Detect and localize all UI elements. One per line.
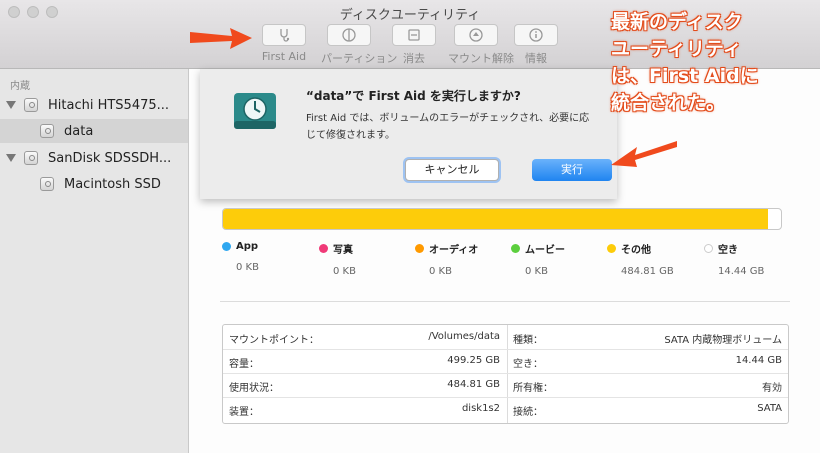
- table-row: 使用状況： 484.81 GB 所有権： 有効: [223, 373, 788, 398]
- stethoscope-icon: [262, 24, 306, 46]
- legend-value: 14.44 GB: [718, 266, 765, 277]
- storage-usage-fill: [223, 209, 769, 229]
- toolbar-label: 情報: [525, 52, 547, 65]
- erase-icon: [392, 24, 436, 46]
- sidebar-item-data[interactable]: data: [0, 119, 188, 143]
- sidebar-item-label: SanDisk SDSSDH...: [48, 150, 172, 166]
- table-row: 容量： 499.25 GB 空き： 14.44 GB: [223, 349, 788, 374]
- annotation-line: 最新のディスク: [611, 11, 743, 33]
- volume-info-table: マウントポイント： /Volumes/data 種類： SATA 内蔵物理ボリュ…: [222, 324, 789, 424]
- sidebar-item-label: Hitachi HTS5475...: [48, 97, 170, 113]
- dialog-message: First Aid では、ボリュームのエラーがチェックされ、必要に応じて修復され…: [306, 113, 590, 141]
- divider: [220, 301, 790, 302]
- info-label: 種類：: [513, 335, 543, 346]
- info-label: 所有権：: [513, 383, 553, 394]
- table-row: 装置： disk1s2 接続： SATA: [223, 397, 788, 421]
- toolbar-first-aid-button[interactable]: First Aid: [256, 24, 312, 63]
- legend-other: その他 484.81 GB: [607, 241, 687, 277]
- sidebar-item-label: data: [64, 123, 94, 139]
- legend-label: 写真: [333, 245, 353, 256]
- toolbar-erase-button[interactable]: 消去: [386, 24, 442, 66]
- legend-value: 0 KB: [525, 266, 548, 277]
- storage-usage-bar: [222, 208, 782, 230]
- disclosure-triangle-icon[interactable]: [6, 154, 16, 162]
- annotation-arrow-left: [190, 28, 252, 49]
- info-label: 装置：: [229, 407, 259, 418]
- info-label: 使用状況：: [229, 383, 279, 394]
- annotation-arrow-right: [611, 141, 677, 167]
- sidebar: 内蔵 Hitachi HTS5475... data SanDisk SDSSD…: [0, 69, 189, 453]
- legend-app: App 0 KB: [222, 241, 302, 273]
- toolbar-unmount-button[interactable]: マウント解除: [448, 24, 514, 66]
- movies-color-dot: [511, 244, 520, 253]
- annotation-line: ユーティリティ: [611, 38, 742, 60]
- unmount-icon: [454, 24, 498, 46]
- run-button[interactable]: 実行: [532, 159, 612, 181]
- hard-disk-icon: [24, 151, 38, 165]
- photos-color-dot: [319, 244, 328, 253]
- info-value: /Volumes/data: [428, 331, 500, 342]
- sidebar-item-sandisk[interactable]: SanDisk SDSSDH...: [0, 146, 188, 170]
- legend-label: 空き: [718, 245, 738, 256]
- volume-icon: [40, 124, 54, 138]
- table-row: マウントポイント： /Volumes/data 種類： SATA 内蔵物理ボリュ…: [223, 325, 788, 350]
- annotation-callout: 最新のディスク ユーティリティ は、First Aidに 統合された。: [611, 9, 811, 117]
- toolbar-label: 消去: [403, 52, 425, 65]
- legend-value: 0 KB: [429, 266, 452, 277]
- first-aid-dialog: “data”で First Aid を実行しますか? First Aid では、…: [200, 69, 617, 199]
- volume-icon: [40, 177, 54, 191]
- sidebar-item-label: Macintosh SSD: [64, 176, 161, 192]
- info-label: 容量：: [229, 359, 259, 370]
- info-value: SATA: [757, 403, 782, 414]
- toolbar-label: マウント解除: [448, 52, 514, 65]
- legend-label: オーディオ: [429, 245, 479, 256]
- info-label: マウントポイント：: [229, 335, 319, 346]
- toolbar-partition-button[interactable]: パーティション: [321, 24, 398, 66]
- other-color-dot: [607, 244, 616, 253]
- legend-label: App: [236, 241, 259, 252]
- legend-movies: ムービー 0 KB: [511, 241, 591, 277]
- cancel-button[interactable]: キャンセル: [405, 159, 499, 181]
- annotation-line: は、First Aidに: [611, 65, 759, 87]
- audio-color-dot: [415, 244, 424, 253]
- legend-value: 0 KB: [236, 262, 259, 273]
- info-value: 499.25 GB: [447, 355, 500, 366]
- info-value: disk1s2: [461, 403, 500, 414]
- hard-disk-icon: [24, 98, 38, 112]
- disclosure-triangle-icon[interactable]: [6, 101, 16, 109]
- info-value: SATA 内蔵物理ボリューム: [664, 335, 782, 346]
- toolbar-label: First Aid: [261, 50, 307, 63]
- toolbar-info-button[interactable]: 情報: [508, 24, 564, 66]
- legend-free: 空き 14.44 GB: [704, 241, 784, 277]
- legend-value: 0 KB: [333, 266, 356, 277]
- legend-value: 484.81 GB: [621, 266, 674, 277]
- sidebar-item-macintosh-ssd[interactable]: Macintosh SSD: [0, 172, 188, 196]
- app-color-dot: [222, 242, 231, 251]
- legend-photos: 写真 0 KB: [319, 241, 399, 277]
- info-icon: [514, 24, 558, 46]
- legend-label: ムービー: [525, 245, 565, 256]
- info-value: 有効: [762, 383, 782, 394]
- partition-icon: [327, 24, 371, 46]
- disk-utility-app-icon: [234, 93, 276, 129]
- dialog-title: “data”で First Aid を実行しますか?: [306, 89, 521, 103]
- toolbar-label: パーティション: [321, 52, 398, 65]
- sidebar-item-hitachi[interactable]: Hitachi HTS5475...: [0, 93, 188, 117]
- sidebar-section-header: 内蔵: [10, 81, 30, 92]
- info-label: 空き：: [513, 359, 543, 370]
- annotation-line: 統合された。: [611, 92, 726, 114]
- disk-utility-window: ディスクユーティリティ First Aid パーティション 消去 マウント解除: [0, 0, 820, 453]
- free-color-dot: [704, 244, 713, 253]
- info-label: 接続：: [513, 407, 543, 418]
- legend-audio: オーディオ 0 KB: [415, 241, 495, 277]
- info-value: 484.81 GB: [447, 379, 500, 390]
- legend-label: その他: [621, 245, 651, 256]
- main-pane: “data”で First Aid を実行しますか? First Aid では、…: [189, 69, 820, 453]
- info-value: 14.44 GB: [735, 355, 782, 366]
